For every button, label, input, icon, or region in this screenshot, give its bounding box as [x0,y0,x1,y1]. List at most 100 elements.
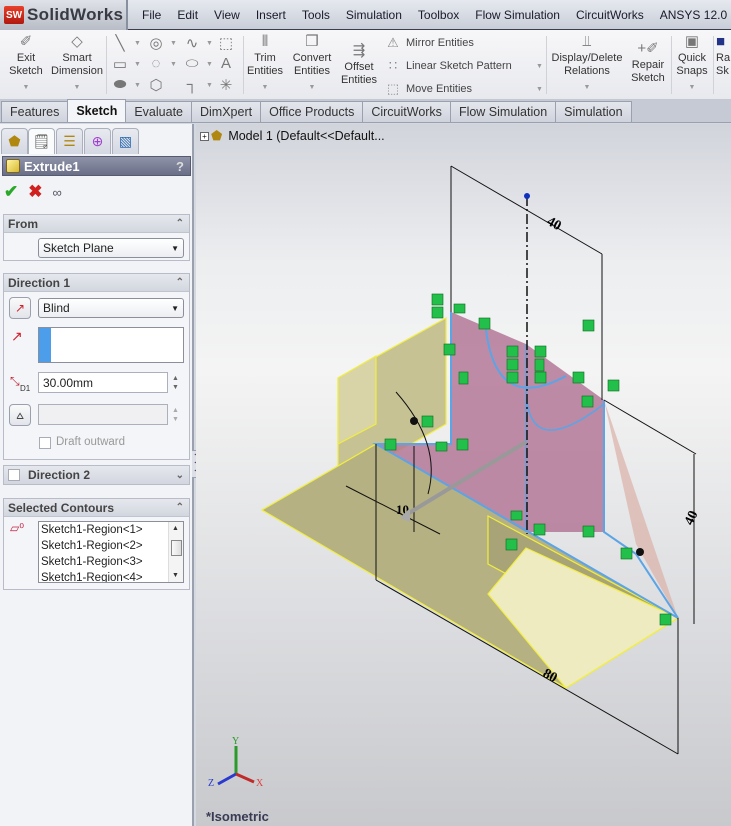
dimension-right-label[interactable]: 40 [682,509,702,528]
menu-flow-simulation[interactable]: Flow Simulation [467,8,568,22]
text-icon[interactable]: A [216,55,236,72]
detailed-preview-glasses-icon[interactable]: ∞ [53,185,62,200]
from-group-header[interactable]: From ⌃ [4,215,189,233]
expand-chevron-icon[interactable]: ⌄ [176,470,184,481]
repair-sketch-button[interactable]: +✐ Repair Sketch [628,40,668,85]
reverse-direction-button[interactable]: ↗ [9,297,31,319]
property-manager-tab-icon[interactable]: 🗒 [28,128,55,154]
collapse-chevron-icon[interactable]: ⌃ [176,218,184,229]
arc-icon[interactable]: ◌ [146,55,166,72]
relation-marker[interactable] [456,438,469,451]
chevron-down-icon[interactable]: ▼ [289,81,335,94]
relation-marker[interactable] [534,371,547,384]
relation-marker[interactable] [534,358,545,372]
collapse-chevron-icon[interactable]: ⌃ [176,502,184,513]
from-select[interactable]: Sketch Plane ▼ [38,238,184,258]
sketch-point[interactable] [636,548,644,556]
relation-marker[interactable] [582,525,595,538]
direction2-group-header[interactable]: Direction 2 ⌄ [4,466,189,484]
collapse-chevron-icon[interactable]: ⌃ [176,277,184,288]
list-item[interactable]: Sketch1-Region<4> [39,570,183,582]
relation-marker[interactable] [384,438,397,451]
smart-dimension-button[interactable]: ◇ Smart Dimension ▼ [50,33,104,94]
relation-marker[interactable] [581,395,594,408]
menu-file[interactable]: File [134,8,169,22]
scroll-up-icon[interactable]: ▲ [172,525,179,532]
list-item[interactable]: Sketch1-Region<1> [39,522,183,538]
draft-angle-input[interactable] [38,404,168,425]
relation-marker[interactable] [505,538,518,551]
relation-marker[interactable] [572,371,585,384]
draft-spinner[interactable]: ▲ ▼ [172,406,179,424]
tab-circuitworks[interactable]: CircuitWorks [362,101,451,122]
cancel-x-icon[interactable]: ✖ [28,182,42,202]
menu-edit[interactable]: Edit [169,8,206,22]
feature-manager-tab-icon[interactable]: ⬟ [1,128,28,154]
polygon-icon[interactable]: ⬡ [146,76,166,94]
chevron-down-icon[interactable]: ▼ [245,81,285,94]
list-item[interactable]: Sketch1-Region<2> [39,538,183,554]
relation-marker[interactable] [431,306,444,319]
dimension-top-label[interactable]: 40 [544,214,563,234]
tab-sketch[interactable]: Sketch [67,99,127,122]
tab-evaluate[interactable]: Evaluate [125,101,192,122]
spline-icon[interactable]: ∿ [182,34,202,52]
chevron-down-icon[interactable]: ▼ [50,81,104,94]
slot-icon[interactable]: ⬬ [110,76,130,93]
exit-sketch-button[interactable]: ✐ Exit Sketch ▼ [6,33,46,94]
relation-marker[interactable] [435,441,448,452]
rectangle-icon[interactable]: ▭ [110,55,130,73]
chevron-down-icon[interactable]: ▼ [134,82,141,89]
chevron-down-icon[interactable]: ▼ [536,63,543,70]
mirror-entities-button[interactable]: ⚠ Mirror Entities [384,35,474,51]
relation-marker[interactable] [506,358,519,371]
point-icon[interactable]: ✳ [216,76,236,94]
relation-marker[interactable] [431,293,444,306]
display-manager-tab-icon[interactable]: ▧ [112,128,139,154]
draft-toggle-button[interactable]: ⩟ [9,404,31,426]
depth-input[interactable]: 30.00mm [38,372,168,393]
dimxpert-manager-tab-icon[interactable]: ⊕ [84,128,111,154]
relation-marker[interactable] [534,345,547,358]
chevron-down-icon[interactable]: ▼ [170,40,177,47]
relation-marker[interactable] [453,303,466,314]
tab-office-products[interactable]: Office Products [260,101,364,122]
fillet-icon[interactable]: ┐ [182,76,202,93]
linear-sketch-pattern-button[interactable]: ∷ Linear Sketch Pattern ▼ [384,58,544,74]
relation-marker[interactable] [620,547,633,560]
relation-marker[interactable] [421,415,434,428]
list-item[interactable]: Sketch1-Region<3> [39,554,183,570]
direction-vector-selection-box[interactable] [38,327,184,363]
relation-marker[interactable] [510,510,523,521]
chevron-down-icon[interactable]: ▼ [536,86,543,93]
selected-contours-header[interactable]: Selected Contours ⌃ [4,499,189,517]
relation-marker[interactable] [533,523,546,536]
chevron-down-icon[interactable]: ▼ [206,61,213,68]
plane-icon[interactable]: ⬚ [216,34,236,52]
tab-simulation[interactable]: Simulation [555,101,632,122]
trim-entities-button[interactable]: ⫴ Trim Entities ▼ [245,33,285,94]
scroll-down-icon[interactable]: ▼ [172,572,179,579]
chevron-down-icon[interactable]: ▼ [170,61,177,68]
relation-marker[interactable] [506,345,519,358]
graphics-area[interactable]: + ⬟ Model 1 (Default<<Default... 40 40 8… [196,124,731,826]
direction1-group-header[interactable]: Direction 1 ⌃ [4,274,189,292]
tab-features[interactable]: Features [1,101,69,122]
relation-marker[interactable] [478,317,491,330]
depth-spinner[interactable]: ▲ ▼ [172,374,179,392]
relation-marker[interactable] [506,371,519,384]
rapid-sketch-button[interactable]: ■ Ra Sk [716,33,731,78]
relation-marker[interactable] [659,613,672,626]
relation-marker[interactable] [443,343,456,356]
menu-circuitworks[interactable]: CircuitWorks [568,8,652,22]
chevron-down-icon[interactable]: ▼ [674,81,710,94]
chevron-down-icon[interactable]: ▼ [206,40,213,47]
list-scrollbar[interactable]: ▲ ▼ [168,522,183,582]
ok-check-icon[interactable]: ✔ [4,182,18,202]
tab-flow-simulation[interactable]: Flow Simulation [449,101,557,122]
relation-marker[interactable] [458,371,469,385]
scroll-thumb[interactable] [171,540,182,556]
move-entities-button[interactable]: ⬚ Move Entities ▼ [384,81,544,97]
sketch-point[interactable] [410,417,418,425]
menu-tools[interactable]: Tools [294,8,338,22]
